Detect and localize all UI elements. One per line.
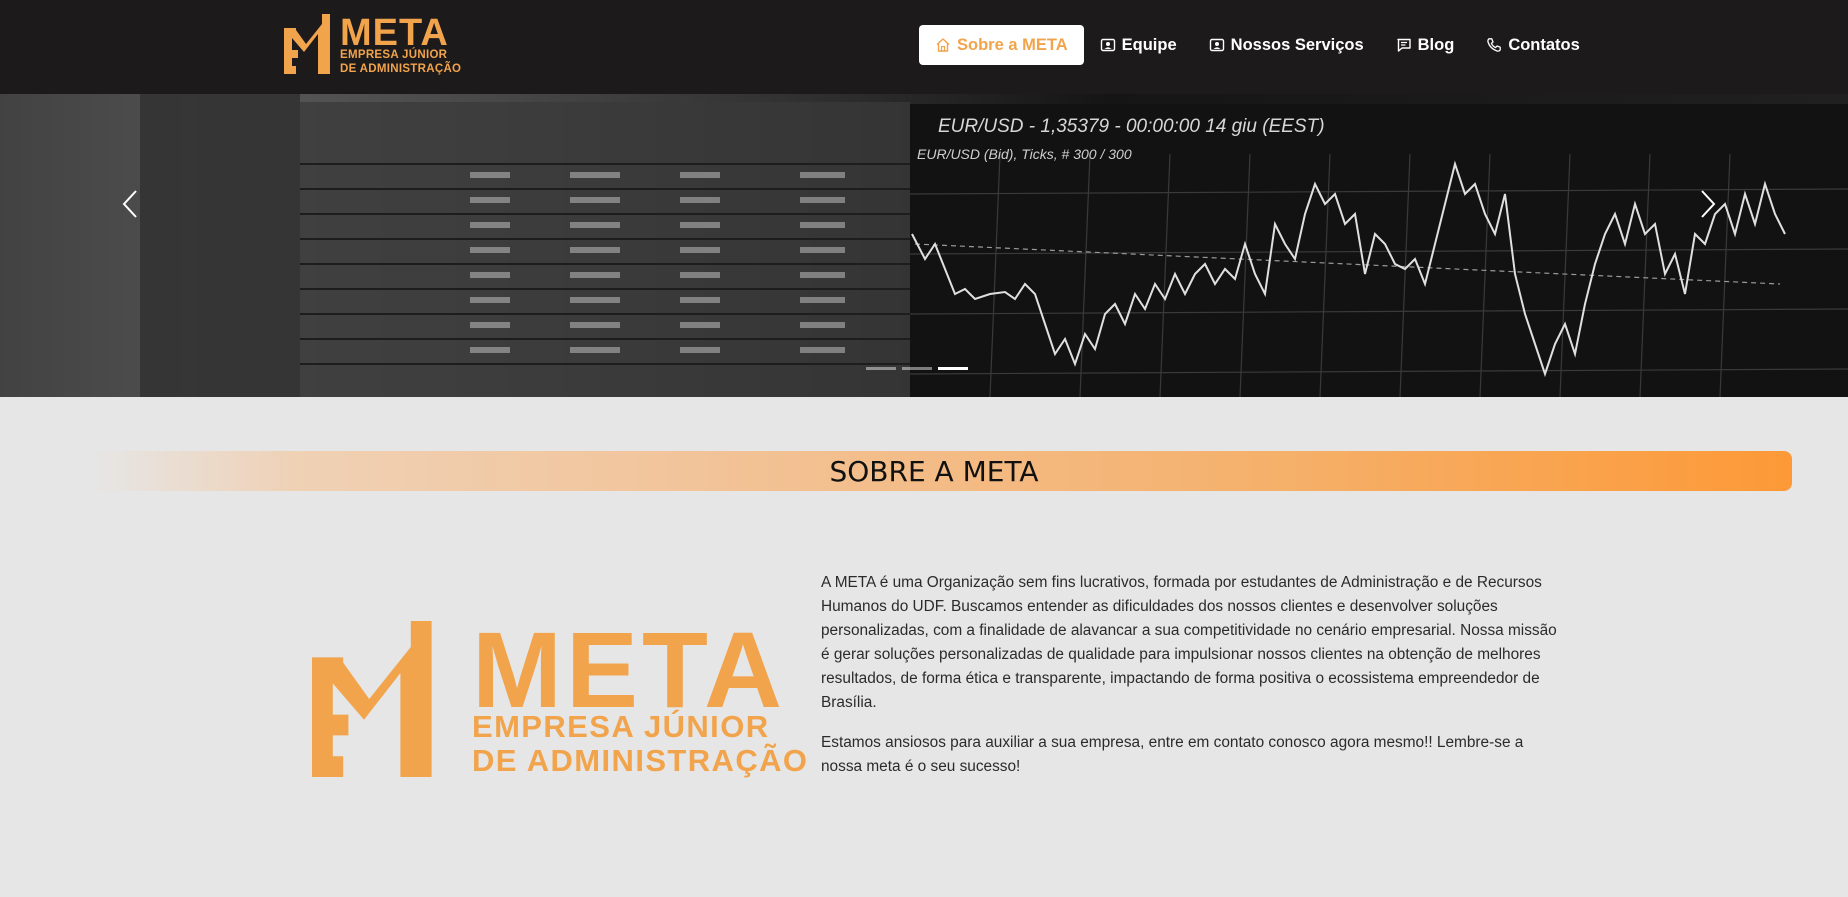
carousel-next-button[interactable]	[1678, 174, 1738, 234]
person-badge-icon	[1209, 37, 1225, 53]
carousel-indicator-1[interactable]	[866, 367, 896, 370]
carousel-indicators	[866, 367, 974, 370]
brand-tagline-1: EMPRESA JÚNIOR	[340, 49, 448, 61]
hero-carousel: EUR/USD - 1,35379 - 00:00:00 14 giu (EES…	[0, 94, 1848, 397]
about-logo-name: META	[472, 609, 786, 730]
nav-item-label: Nossos Serviços	[1230, 35, 1364, 54]
nav-item-contatos[interactable]: Contatos	[1470, 25, 1596, 65]
about-logo-tagline-1: EMPRESA JÚNIOR	[472, 709, 770, 744]
nav-item-label: Contatos	[1508, 35, 1580, 54]
nav-item-blog[interactable]: Blog	[1380, 25, 1471, 65]
chart-title: EUR/USD - 1,35379 - 00:00:00 14 giu (EES…	[938, 116, 1325, 137]
about-paragraph-1: A META é uma Organização sem fins lucrat…	[821, 574, 1557, 711]
phone-icon	[1486, 37, 1502, 53]
nav-item-servicos[interactable]: Nossos Serviços	[1193, 25, 1380, 65]
chevron-right-icon	[1701, 190, 1716, 218]
home-icon	[935, 37, 951, 53]
carousel-indicator-2[interactable]	[902, 367, 932, 370]
navbar: META EMPRESA JÚNIOR DE ADMINISTRAÇÃO Sob…	[0, 0, 1848, 94]
person-badge-icon	[1100, 37, 1116, 53]
nav-item-equipe[interactable]: Equipe	[1084, 25, 1193, 65]
chevron-left-icon	[122, 190, 137, 218]
about-text: A META é uma Organização sem fins lucrat…	[821, 571, 1561, 795]
chart-subtitle: EUR/USD (Bid), Ticks, # 300 / 300	[917, 146, 1132, 162]
brand-tagline-2: DE ADMINISTRAÇÃO	[340, 62, 462, 75]
about-logo: META EMPRESA JÚNIOR DE ADMINISTRAÇÃO	[312, 609, 809, 778]
nav-item-label: Blog	[1417, 35, 1455, 54]
meta-logo-icon	[312, 621, 432, 777]
nav-item-sobre[interactable]: Sobre a META	[919, 25, 1084, 65]
about-logo-tagline-2: DE ADMINISTRAÇÃO	[472, 743, 809, 778]
section-title-text: SOBRE A META	[829, 455, 1039, 488]
trading-screen-image	[0, 94, 1848, 397]
nav-item-label: Equipe	[1121, 35, 1177, 54]
chat-icon	[1396, 37, 1412, 53]
brand-logo-link[interactable]: META EMPRESA JÚNIOR DE ADMINISTRAÇÃO	[284, 14, 461, 76]
section-title: SOBRE A META	[0, 451, 1848, 491]
about-paragraph-2: Estamos ansiosos para auxiliar a sua emp…	[821, 734, 1524, 775]
nav-item-label: Sobre a META	[957, 35, 1068, 54]
main-nav: Sobre a META Equipe Nossos Serviços Blog…	[919, 25, 1596, 65]
meta-logo-icon	[284, 14, 330, 74]
brand-name: META	[340, 12, 449, 54]
carousel-prev-button[interactable]	[100, 174, 160, 234]
carousel-indicator-3[interactable]	[938, 367, 968, 370]
